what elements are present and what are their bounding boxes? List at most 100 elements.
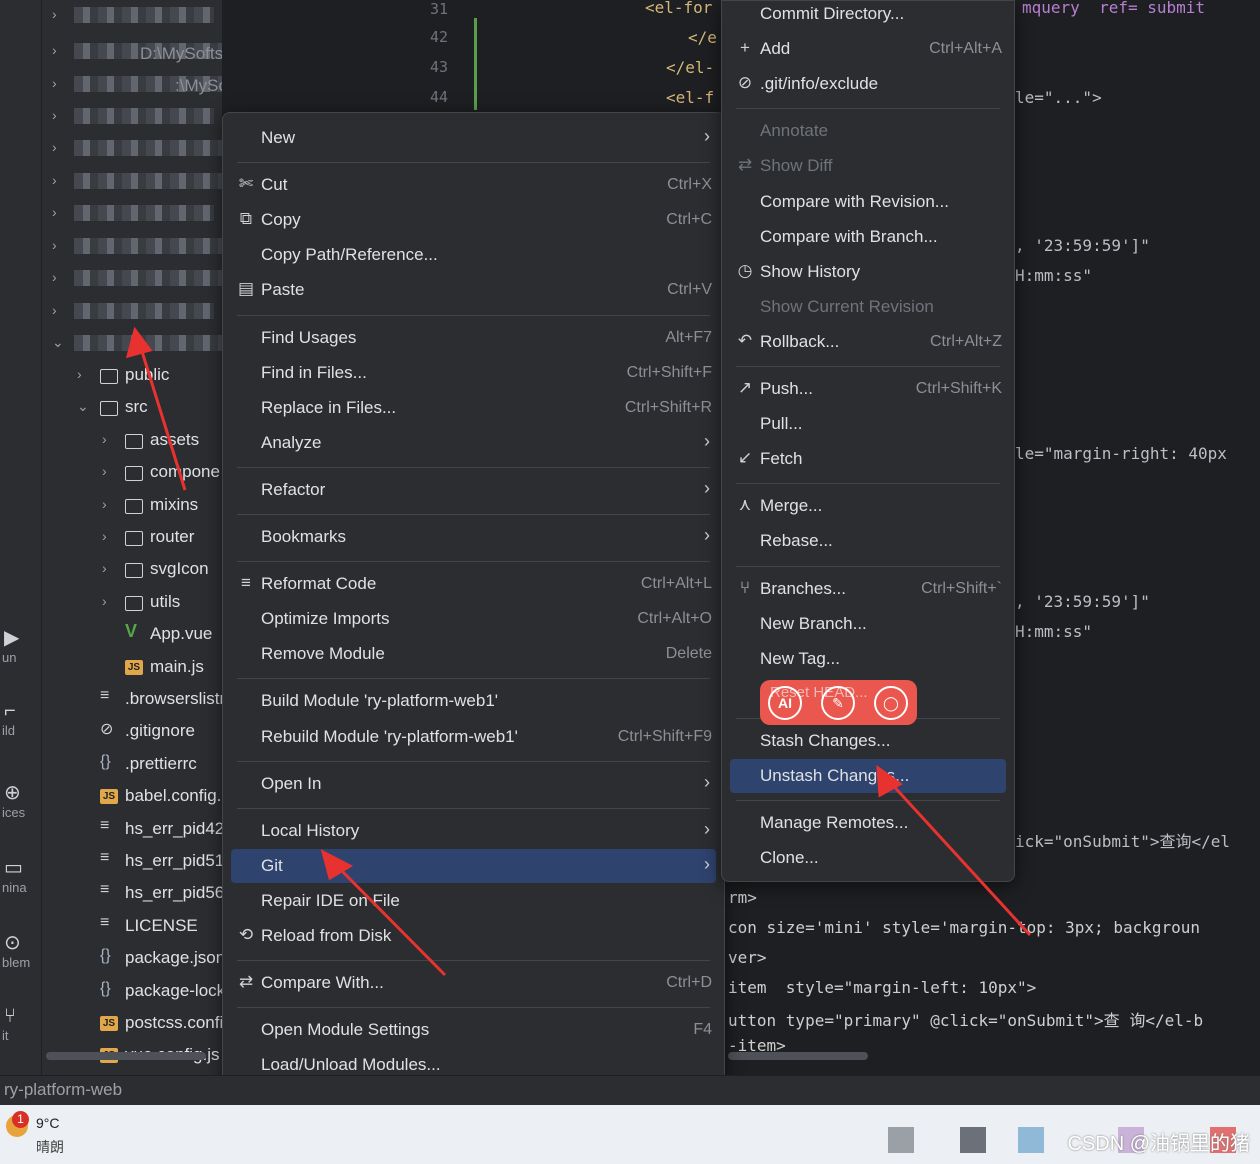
menu-item-stash-changes[interactable]: Stash Changes... [730, 724, 1006, 758]
menu-item-copy[interactable]: ⧉ Copy Ctrl+C [231, 203, 716, 237]
chevron-right-icon[interactable]: › [52, 172, 57, 188]
chevron-right-icon[interactable]: › [52, 204, 57, 220]
tree-item-app-vue[interactable]: V App.vue [42, 619, 222, 651]
tool-window-ild[interactable]: ⌐ ild [2, 700, 40, 738]
ai-icon[interactable]: AI [768, 686, 802, 720]
chevron-right-icon[interactable]: › [77, 366, 82, 382]
menu-item-cut[interactable]: ✄ Cut Ctrl+X [231, 168, 716, 202]
menu-item-compare-with-revision[interactable]: Compare with Revision... [730, 185, 1006, 219]
chevron-down-icon[interactable]: ⌄ [52, 334, 64, 351]
menu-item-new[interactable]: New › [231, 121, 716, 155]
tree-item-assets[interactable]: › assets [42, 425, 222, 457]
tree-item-router[interactable]: › router [42, 522, 222, 554]
menu-item-open-in[interactable]: Open In › [231, 767, 716, 801]
chevron-right-icon[interactable]: › [52, 237, 57, 253]
tree-item--browserslistr[interactable]: ≡ .browserslistr [42, 684, 222, 716]
tree-item-license[interactable]: ≡ LICENSE [42, 911, 222, 943]
menu-item-compare-with[interactable]: ⇄ Compare With... Ctrl+D [231, 966, 716, 1000]
chevron-right-icon[interactable]: › [52, 42, 57, 58]
tree-item-hs-err-pid42[interactable]: ≡ hs_err_pid42 [42, 814, 222, 846]
menu-item-pull[interactable]: Pull... [730, 407, 1006, 441]
chevron-right-icon[interactable]: › [102, 560, 107, 576]
menu-item-open-module-settings[interactable]: Open Module Settings F4 [231, 1013, 716, 1047]
menu-item-git-info-exclude[interactable]: ⊘ .git/info/exclude [730, 67, 1006, 101]
tree-item-src[interactable]: ⌄ src [42, 392, 222, 424]
tree-row-blurred[interactable]: ⌄ [42, 328, 222, 360]
menu-item-unstash-changes[interactable]: Unstash Changes... [730, 759, 1006, 793]
chevron-right-icon[interactable]: › [102, 431, 107, 447]
tree-row-blurred[interactable]: › [42, 231, 222, 263]
menu-item-bookmarks[interactable]: Bookmarks › [231, 520, 716, 554]
chevron-right-icon[interactable]: › [102, 593, 107, 609]
tray-icon[interactable] [960, 1127, 986, 1153]
menu-item-show-history[interactable]: ◷ Show History [730, 255, 1006, 289]
tree-row-blurred[interactable]: › [42, 166, 222, 198]
menu-item-clone[interactable]: Clone... [730, 841, 1006, 875]
tree-item-compone[interactable]: › compone [42, 457, 222, 489]
chevron-down-icon[interactable]: ⌄ [77, 398, 89, 415]
menu-item-new-tag[interactable]: New Tag... [730, 642, 1006, 676]
menu-item-refactor[interactable]: Refactor › [231, 473, 716, 507]
menu-item-optimize-imports[interactable]: Optimize Imports Ctrl+Alt+O [231, 602, 716, 636]
tool-window-blem[interactable]: ⊙ blem [2, 930, 40, 970]
menu-item-merge[interactable]: ⋏ Merge... [730, 489, 1006, 523]
menu-item-copy-path-reference[interactable]: Copy Path/Reference... [231, 238, 716, 272]
tree-item--prettierrc[interactable]: {} .prettierrc [42, 749, 222, 781]
menu-item-add[interactable]: + Add Ctrl+Alt+A [730, 32, 1006, 66]
tray-icon[interactable] [1018, 1127, 1044, 1153]
menu-item-rebuild-module-ry-platform-web1[interactable]: Rebuild Module 'ry-platform-web1' Ctrl+Sh… [231, 720, 716, 754]
tree-item-main-js[interactable]: JS main.js [42, 652, 222, 684]
tree-row-blurred[interactable]: › [42, 296, 222, 328]
menu-item-build-module-ry-platform-web1[interactable]: Build Module 'ry-platform-web1' [231, 684, 716, 718]
tool-window-un[interactable]: ▶ un [2, 625, 40, 665]
chevron-right-icon[interactable]: › [102, 528, 107, 544]
chevron-right-icon[interactable]: › [102, 463, 107, 479]
project-tree[interactable]: ››››››››››⌄D:\MySofD:\MySofts\idea2019\i… [42, 0, 222, 1075]
editor-scrollbar[interactable] [728, 1052, 868, 1060]
menu-item-manage-remotes[interactable]: Manage Remotes... [730, 806, 1006, 840]
tree-item-postcss-confi[interactable]: JS postcss.confi [42, 1008, 222, 1040]
menu-item-fetch[interactable]: ↙ Fetch [730, 442, 1006, 476]
menu-item-remove-module[interactable]: Remove Module Delete [231, 637, 716, 671]
chevron-right-icon[interactable]: › [52, 6, 57, 22]
tree-row-blurred[interactable]: › [42, 263, 222, 295]
tool-window-ices[interactable]: ⊕ ices [2, 780, 40, 820]
tree-row-blurred[interactable]: › [42, 198, 222, 230]
tool-window-it[interactable]: ⑂ it [2, 1005, 40, 1043]
tree-item-babel-config-[interactable]: JS babel.config. [42, 781, 222, 813]
menu-item-compare-with-branch[interactable]: Compare with Branch... [730, 220, 1006, 254]
tree-item-package-json[interactable]: {} package.json [42, 943, 222, 975]
menu-item-branches[interactable]: ⑂ Branches... Ctrl+Shift+` [730, 572, 1006, 606]
tree-row-blurred[interactable]: › [42, 0, 222, 32]
search-icon[interactable]: ◯ [874, 686, 908, 720]
tree-item-hs-err-pid56[interactable]: ≡ hs_err_pid56 [42, 878, 222, 910]
menu-item-reformat-code[interactable]: ≡ Reformat Code Ctrl+Alt+L [231, 567, 716, 601]
menu-item-commit-directory[interactable]: Commit Directory... [730, 0, 1006, 31]
tray-icon[interactable] [888, 1127, 914, 1153]
menu-item-push[interactable]: ↗ Push... Ctrl+Shift+K [730, 372, 1006, 406]
menu-item-replace-in-files[interactable]: Replace in Files... Ctrl+Shift+R [231, 391, 716, 425]
tree-item-hs-err-pid51[interactable]: ≡ hs_err_pid51 [42, 846, 222, 878]
menu-item-analyze[interactable]: Analyze › [231, 426, 716, 460]
menu-item-paste[interactable]: ▤ Paste Ctrl+V [231, 273, 716, 307]
tree-item-mixins[interactable]: › mixins [42, 490, 222, 522]
tree-item-package-lock[interactable]: {} package-lock [42, 976, 222, 1008]
tool-window-nina[interactable]: ▭ nina [2, 855, 40, 895]
tree-row-blurred[interactable]: › [42, 101, 222, 133]
chevron-right-icon[interactable]: › [102, 496, 107, 512]
tree-item-utils[interactable]: › utils [42, 587, 222, 619]
tree-row-blurred[interactable]: › [42, 133, 222, 165]
menu-item-local-history[interactable]: Local History › [231, 814, 716, 848]
menu-item-new-branch[interactable]: New Branch... [730, 607, 1006, 641]
tree-item-svgicon[interactable]: › svgIcon [42, 554, 222, 586]
chevron-right-icon[interactable]: › [52, 139, 57, 155]
tree-item--gitignore[interactable]: ⊘ .gitignore [42, 716, 222, 748]
tree-scrollbar[interactable] [46, 1052, 206, 1060]
menu-item-rebase[interactable]: Rebase... [730, 524, 1006, 558]
chevron-right-icon[interactable]: › [52, 75, 57, 91]
edit-icon[interactable]: ✎ [821, 686, 855, 720]
chevron-right-icon[interactable]: › [52, 269, 57, 285]
menu-item-find-in-files[interactable]: Find in Files... Ctrl+Shift+F [231, 356, 716, 390]
tree-item-public[interactable]: › public [42, 360, 222, 392]
chevron-right-icon[interactable]: › [52, 302, 57, 318]
